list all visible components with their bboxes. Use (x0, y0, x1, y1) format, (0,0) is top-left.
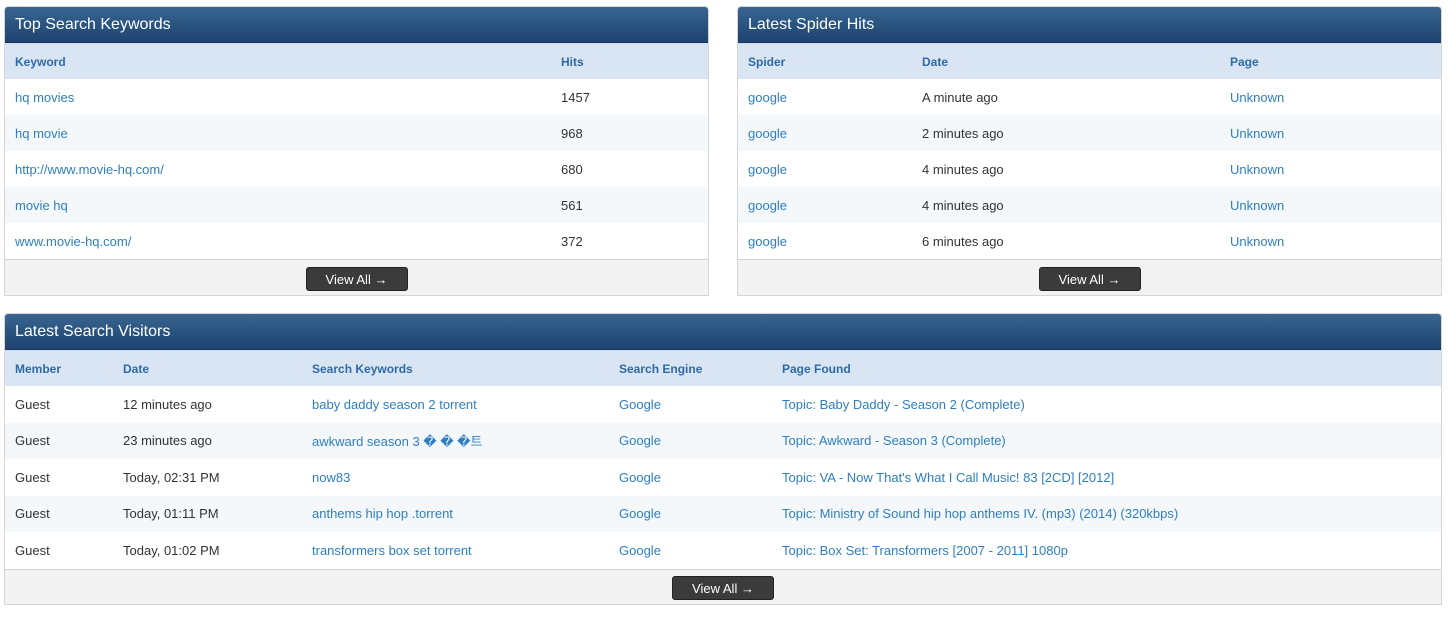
column-header-page: Page (1220, 43, 1441, 79)
search-keywords-link[interactable]: transformers box set torrent (302, 532, 609, 569)
page-found-link[interactable]: Topic: VA - Now That's What I Call Music… (772, 459, 1441, 496)
keyword-link[interactable]: movie hq (5, 187, 551, 223)
date-value: 4 minutes ago (912, 151, 1220, 187)
latest-search-visitors-panel: Latest Search Visitors Member Date Searc… (4, 313, 1442, 605)
table-row: www.movie-hq.com/ 372 (5, 223, 708, 259)
hits-value: 1457 (551, 79, 708, 115)
member-value: Guest (5, 495, 113, 532)
page-link[interactable]: Unknown (1220, 151, 1441, 187)
column-header-page-found: Page Found (772, 350, 1441, 386)
panel-title: Latest Search Visitors (5, 314, 1441, 350)
view-all-spider-hits-button[interactable]: View All → (1038, 266, 1141, 291)
page-link[interactable]: Unknown (1220, 187, 1441, 223)
column-header-search-keywords: Search Keywords (302, 350, 609, 386)
date-value: A minute ago (912, 79, 1220, 115)
keyword-link[interactable]: http://www.movie-hq.com/ (5, 151, 551, 187)
panel-footer: View All → (5, 568, 1441, 604)
date-value: 12 minutes ago (113, 386, 302, 423)
keyword-link[interactable]: www.movie-hq.com/ (5, 223, 551, 259)
page-found-link[interactable]: Topic: Box Set: Transformers [2007 - 201… (772, 532, 1441, 569)
member-value: Guest (5, 532, 113, 569)
member-value: Guest (5, 459, 113, 496)
keyword-link[interactable]: hq movies (5, 79, 551, 115)
hits-value: 680 (551, 151, 708, 187)
date-value: Today, 02:31 PM (113, 459, 302, 496)
panel-title: Latest Spider Hits (738, 7, 1441, 43)
table-row: google 4 minutes ago Unknown (738, 151, 1441, 187)
page-found-link[interactable]: Topic: Ministry of Sound hip hop anthems… (772, 495, 1441, 532)
member-value: Guest (5, 422, 113, 459)
search-engine-link[interactable]: Google (609, 386, 772, 423)
search-keywords-link[interactable]: awkward season 3 � � �트 (302, 422, 609, 459)
column-header-date: Date (912, 43, 1220, 79)
search-engine-link[interactable]: Google (609, 459, 772, 496)
panel-footer: View All → (738, 259, 1441, 295)
panel-title: Top Search Keywords (5, 7, 708, 43)
table-row: google A minute ago Unknown (738, 79, 1441, 115)
keyword-link[interactable]: hq movie (5, 115, 551, 151)
date-value: 6 minutes ago (912, 223, 1220, 259)
table-row: google 4 minutes ago Unknown (738, 187, 1441, 223)
date-value: Today, 01:11 PM (113, 495, 302, 532)
table-row: google 6 minutes ago Unknown (738, 223, 1441, 259)
search-engine-link[interactable]: Google (609, 532, 772, 569)
column-header-search-engine: Search Engine (609, 350, 772, 386)
keywords-table: Keyword Hits hq movies 1457 hq movie 968… (5, 43, 708, 259)
search-visitors-table: Member Date Search Keywords Search Engin… (5, 350, 1441, 569)
table-row: google 2 minutes ago Unknown (738, 115, 1441, 151)
spider-link[interactable]: google (738, 223, 912, 259)
table-row: hq movie 968 (5, 115, 708, 151)
date-value: 4 minutes ago (912, 187, 1220, 223)
date-value: Today, 01:02 PM (113, 532, 302, 569)
spider-link[interactable]: google (738, 151, 912, 187)
column-header-hits: Hits (551, 43, 708, 79)
page-link[interactable]: Unknown (1220, 115, 1441, 151)
page-link[interactable]: Unknown (1220, 223, 1441, 259)
search-keywords-link[interactable]: anthems hip hop .torrent (302, 495, 609, 532)
spider-link[interactable]: google (738, 187, 912, 223)
latest-spider-hits-panel: Latest Spider Hits Spider Date Page goog… (737, 6, 1442, 296)
view-all-visitors-button[interactable]: View All → (672, 576, 774, 600)
page-found-link[interactable]: Topic: Awkward - Season 3 (Complete) (772, 422, 1441, 459)
table-row: hq movies 1457 (5, 79, 708, 115)
search-engine-link[interactable]: Google (609, 422, 772, 459)
date-value: 2 minutes ago (912, 115, 1220, 151)
member-value: Guest (5, 386, 113, 423)
top-search-keywords-panel: Top Search Keywords Keyword Hits hq movi… (4, 6, 709, 296)
search-keywords-link[interactable]: now83 (302, 459, 609, 496)
search-engine-link[interactable]: Google (609, 495, 772, 532)
panel-footer: View All → (5, 259, 708, 295)
table-row: http://www.movie-hq.com/ 680 (5, 151, 708, 187)
column-header-member: Member (5, 350, 113, 386)
page-link[interactable]: Unknown (1220, 79, 1441, 115)
date-value: 23 minutes ago (113, 422, 302, 459)
column-header-keyword: Keyword (5, 43, 551, 79)
page-found-link[interactable]: Topic: Baby Daddy - Season 2 (Complete) (772, 386, 1441, 423)
hits-value: 372 (551, 223, 708, 259)
spider-link[interactable]: google (738, 79, 912, 115)
table-row: Guest Today, 02:31 PM now83 Google Topic… (5, 459, 1441, 496)
table-row: Guest Today, 01:02 PM transformers box s… (5, 532, 1441, 569)
view-all-keywords-button[interactable]: View All → (305, 266, 408, 291)
table-row: Guest Today, 01:11 PM anthems hip hop .t… (5, 495, 1441, 532)
spider-link[interactable]: google (738, 115, 912, 151)
search-keywords-link[interactable]: baby daddy season 2 torrent (302, 386, 609, 423)
hits-value: 561 (551, 187, 708, 223)
table-row: movie hq 561 (5, 187, 708, 223)
table-row: Guest 12 minutes ago baby daddy season 2… (5, 386, 1441, 423)
hits-value: 968 (551, 115, 708, 151)
column-header-date: Date (113, 350, 302, 386)
table-row: Guest 23 minutes ago awkward season 3 � … (5, 422, 1441, 459)
column-header-spider: Spider (738, 43, 912, 79)
spider-hits-table: Spider Date Page google A minute ago Unk… (738, 43, 1441, 259)
